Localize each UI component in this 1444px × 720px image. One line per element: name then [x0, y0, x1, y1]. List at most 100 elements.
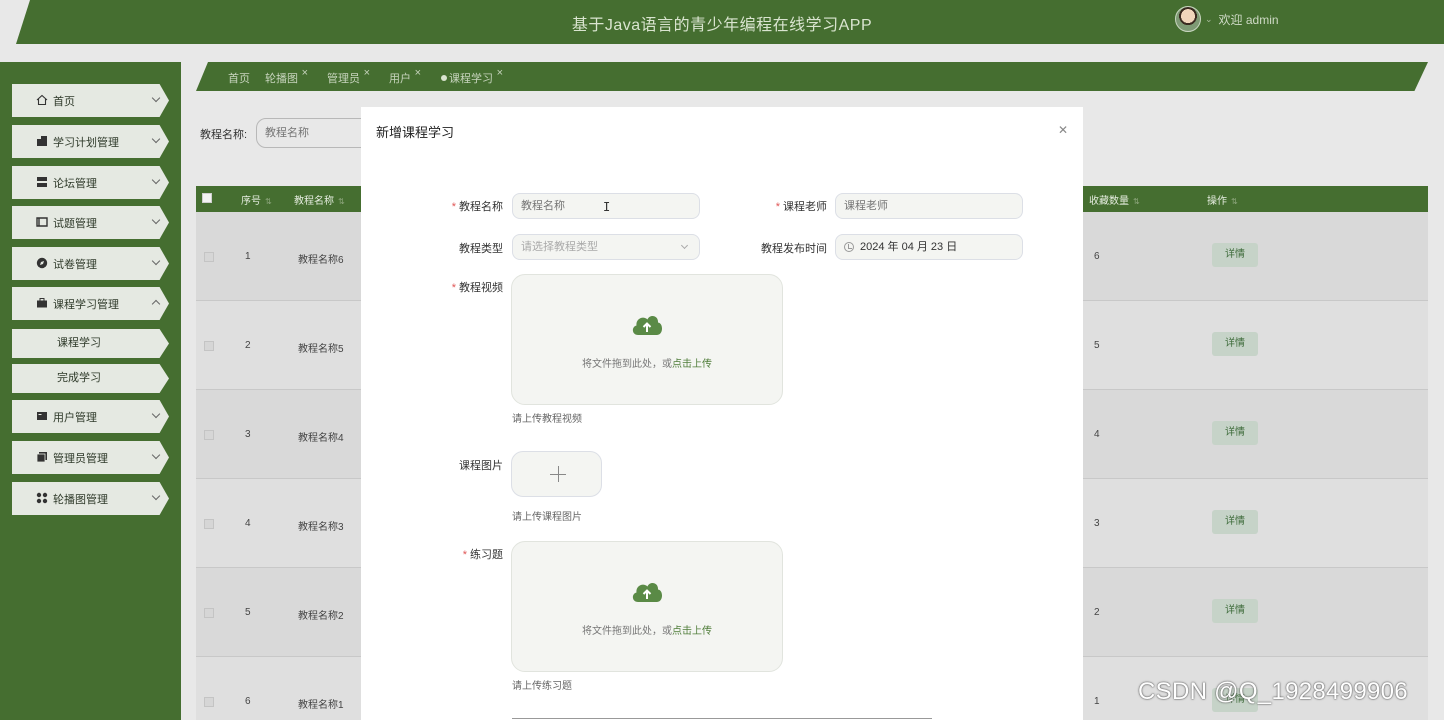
- cell-favorites: 2: [1094, 607, 1100, 618]
- tab-carousel[interactable]: 轮播图 ×: [265, 67, 308, 86]
- csdn-watermark: CSDN @Q_1928499906: [1138, 678, 1408, 705]
- chevron-down-icon: [151, 491, 161, 501]
- sidebar-subitem-finished-study[interactable]: 完成学习: [12, 364, 169, 393]
- sidebar-item-forum[interactable]: 论坛管理: [12, 166, 169, 199]
- sidebar-item-label: 论坛管理: [53, 177, 97, 190]
- chevron-up-icon: [151, 299, 161, 309]
- image-upload-hint: 请上传课程图片: [512, 512, 582, 523]
- detail-button[interactable]: 详情: [1212, 243, 1258, 267]
- compass-icon: [36, 257, 48, 269]
- next-field-edge: [512, 718, 932, 719]
- text-cursor-icon: I: [603, 200, 611, 214]
- label-text: 教程发布时间: [761, 243, 827, 255]
- detail-button[interactable]: 详情: [1212, 510, 1258, 534]
- row-checkbox[interactable]: [204, 697, 214, 707]
- tab-course-study[interactable]: 课程学习 ×: [441, 67, 503, 86]
- row-checkbox[interactable]: [204, 430, 214, 440]
- detail-button[interactable]: 详情: [1212, 421, 1258, 445]
- label-text: 课程老师: [783, 201, 827, 213]
- close-icon[interactable]: ×: [415, 67, 421, 79]
- search-input[interactable]: [256, 118, 376, 148]
- tab-admins[interactable]: 管理员 ×: [327, 67, 370, 86]
- sidebar-item-questions[interactable]: 试题管理: [12, 206, 169, 239]
- row-checkbox[interactable]: [204, 608, 214, 618]
- publish-date-picker[interactable]: 2024 年 04 月 23 日: [835, 234, 1023, 260]
- required-mark: *: [775, 201, 780, 213]
- label-text: 教程类型: [459, 243, 503, 255]
- label-text: 练习题: [470, 549, 503, 561]
- close-icon[interactable]: ✕: [1058, 123, 1068, 137]
- row-checkbox[interactable]: [204, 519, 214, 529]
- app-header: 基于Java语言的青少年编程在线学习APP ⌄ 欢迎 admin: [0, 0, 1444, 48]
- close-icon[interactable]: ×: [497, 67, 503, 79]
- sidebar-item-carousel[interactable]: 轮播图管理: [12, 482, 169, 515]
- sidebar-item-course-study[interactable]: 课程学习管理: [12, 287, 169, 320]
- exercise-upload-dropzone[interactable]: 将文件拖到此处，或点击上传: [511, 541, 783, 672]
- click-upload-link[interactable]: 点击上传: [672, 359, 712, 370]
- close-icon[interactable]: ×: [364, 67, 370, 79]
- sort-icon[interactable]: ⇅: [265, 197, 272, 206]
- sidebar-item-papers[interactable]: 试卷管理: [12, 247, 169, 280]
- column-header-name[interactable]: 教程名称 ⇅: [294, 192, 345, 207]
- avatar[interactable]: [1175, 6, 1201, 32]
- clock-icon: [844, 242, 854, 252]
- field-label-teacher: * 课程老师: [763, 198, 827, 214]
- column-header-favorites[interactable]: 收藏数量 ⇅: [1089, 192, 1140, 207]
- cell-favorites: 6: [1094, 251, 1100, 262]
- row-checkbox[interactable]: [204, 341, 214, 351]
- sidebar-item-label: 首页: [53, 95, 75, 108]
- sort-icon[interactable]: ⇅: [1133, 197, 1140, 206]
- course-type-select[interactable]: 请选择教程类型: [512, 234, 700, 260]
- detail-button[interactable]: 详情: [1212, 599, 1258, 623]
- required-mark: *: [462, 549, 467, 561]
- video-upload-hint: 请上传教程视频: [512, 414, 582, 425]
- chevron-down-icon: [151, 93, 161, 103]
- cloud-upload-icon: [632, 583, 663, 602]
- tab-label: 首页: [228, 73, 250, 85]
- cell-name: 教程名称2: [298, 611, 344, 622]
- column-label: 序号: [241, 196, 261, 207]
- column-label: 教程名称: [294, 196, 334, 207]
- cell-index: 3: [245, 429, 251, 440]
- select-all-checkbox[interactable]: [202, 193, 212, 203]
- sidebar-item-admins[interactable]: 管理员管理: [12, 441, 169, 474]
- cell-index: 1: [245, 251, 251, 262]
- chevron-down-icon: [151, 409, 161, 419]
- click-upload-link[interactable]: 点击上传: [672, 626, 712, 637]
- tab-home[interactable]: 首页: [228, 70, 250, 86]
- tab-label: 课程学习: [449, 73, 493, 85]
- video-upload-dropzone[interactable]: 将文件拖到此处，或点击上传: [511, 274, 783, 405]
- plus-icon-vertical: [558, 466, 559, 482]
- row-checkbox[interactable]: [204, 252, 214, 262]
- sidebar-item-study-plan[interactable]: 学习计划管理: [12, 125, 169, 158]
- column-header-index[interactable]: 序号 ⇅: [241, 192, 272, 207]
- cell-index: 2: [245, 340, 251, 351]
- dialog-title: 新增课程学习: [376, 125, 455, 140]
- chevron-down-icon[interactable]: ⌄: [1205, 14, 1213, 25]
- sidebar-item-label: 用户管理: [53, 411, 97, 424]
- tab-users[interactable]: 用户 ×: [389, 67, 421, 86]
- tab-label: 管理员: [327, 73, 360, 85]
- course-teacher-input[interactable]: [835, 193, 1023, 219]
- select-placeholder: 请选择教程类型: [521, 241, 598, 253]
- user-menu[interactable]: ⌄ 欢迎 admin: [1175, 6, 1279, 32]
- sidebar-item-home[interactable]: 首页: [12, 84, 169, 117]
- cell-name: 教程名称3: [298, 522, 344, 533]
- sidebar-subitem-course-study[interactable]: 课程学习: [12, 329, 169, 358]
- close-icon[interactable]: ×: [302, 67, 308, 79]
- required-mark: *: [451, 282, 456, 294]
- sidebar-item-users[interactable]: 用户管理: [12, 400, 169, 433]
- sort-icon[interactable]: ⇅: [338, 197, 345, 206]
- detail-button[interactable]: 详情: [1212, 332, 1258, 356]
- cell-index: 5: [245, 607, 251, 618]
- building-icon: [37, 136, 47, 146]
- field-label-image: 课程图片: [441, 457, 503, 473]
- date-value: 2024 年 04 月 23 日: [860, 241, 958, 253]
- cell-favorites: 5: [1094, 340, 1100, 351]
- required-mark: *: [451, 201, 456, 213]
- home-icon: [36, 94, 48, 106]
- sidebar-item-label: 课程学习管理: [53, 298, 119, 311]
- cell-favorites: 3: [1094, 518, 1100, 529]
- image-upload-button[interactable]: [511, 451, 602, 497]
- drag-hint: 将文件拖到此处，或: [582, 626, 672, 637]
